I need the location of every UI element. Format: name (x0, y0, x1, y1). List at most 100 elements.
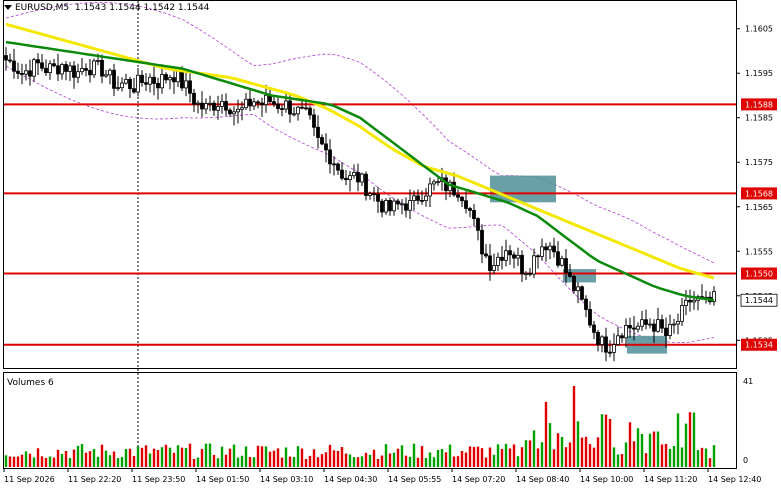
candle-body (84, 68, 88, 71)
volume-bar (52, 457, 56, 467)
volume-bar (92, 449, 96, 467)
volume-bar (16, 456, 20, 467)
candle-body (244, 98, 248, 109)
volume-bar (404, 455, 408, 467)
collapse-triangle-icon[interactable] (4, 5, 12, 10)
candle-body (124, 79, 128, 84)
candle-body (688, 299, 692, 303)
candle-body (452, 181, 456, 196)
level-tag-label: 1.1550 (745, 270, 773, 279)
price-axis: 1.1605 1.1595 1.1585 1.1575 1.1565 1.1555 1.15… (736, 25, 773, 465)
volume-bar (104, 450, 108, 467)
volume-bar (604, 414, 608, 467)
volume-bar (656, 431, 660, 467)
volume-bar (288, 456, 292, 467)
volume-bar (660, 444, 664, 467)
volume-bar (32, 457, 36, 467)
candle-body (80, 68, 84, 73)
volume-bar (48, 456, 52, 467)
candle-body (324, 143, 328, 151)
price-chart[interactable]: 1.16051.15951.15851.15751.15651.15551.15… (0, 0, 781, 489)
candle-body (116, 87, 120, 90)
volume-bar (4, 455, 8, 467)
volume-bar (452, 456, 456, 467)
time-axis: 11 Sep 2026 11 Sep 22:20 11 Sep 23:50 14 Se… (3, 468, 761, 484)
candle-body (508, 250, 512, 256)
candle-body (632, 327, 636, 330)
volume-bar (596, 437, 600, 467)
candle-body (4, 55, 8, 61)
volume-bar (476, 446, 480, 467)
candle-body (256, 101, 260, 104)
volume-bar (136, 446, 140, 467)
candle-body (300, 106, 304, 109)
volume-bar (332, 450, 336, 467)
volume-bar (380, 455, 384, 467)
price-tick-label: 1.1565 (745, 203, 773, 212)
main-chart-frame (3, 0, 737, 369)
candle-body (380, 200, 384, 213)
candle-body (288, 100, 292, 115)
candle-body (284, 100, 288, 110)
volume-bar (608, 418, 612, 467)
candle-body (496, 256, 500, 266)
candle-body (404, 203, 408, 211)
volume-bar (232, 444, 236, 467)
volume-bar (668, 448, 672, 467)
candle-body (432, 181, 436, 185)
volume-bar (396, 448, 400, 467)
volume-bar (412, 443, 416, 467)
volume-bar (148, 453, 152, 467)
candle-body (456, 194, 460, 198)
price-tick-label: 1.1575 (745, 158, 773, 167)
price-tick-label: 1.1585 (745, 114, 773, 123)
price-tick-label: 1.1595 (745, 69, 773, 78)
candle-body (128, 79, 132, 90)
candle-body (568, 272, 572, 277)
volume-bar (364, 452, 368, 467)
candle-body (8, 59, 12, 62)
candle-body (240, 107, 244, 110)
candle-body (544, 246, 548, 251)
level-tag-label: 1.1534 (745, 341, 773, 350)
volume-bar (188, 443, 192, 467)
candle-body (64, 64, 68, 72)
volume-bar (192, 459, 196, 467)
candle-body (296, 106, 300, 115)
candle-body (684, 299, 688, 306)
volume-bar (340, 447, 344, 467)
candle-body (624, 325, 628, 339)
volume-bar (116, 458, 120, 467)
candle-body (620, 335, 624, 339)
volume-bar (352, 457, 356, 467)
candle-body (368, 193, 372, 196)
volume-bar (636, 428, 640, 467)
volume-bar (372, 449, 376, 467)
candle-body (476, 218, 480, 231)
volume-bar (248, 456, 252, 467)
volume-bar (704, 448, 708, 467)
volume-bar (460, 451, 464, 467)
volume-bar (492, 454, 496, 467)
volume-bar (684, 423, 688, 467)
time-tick-label: 14 Sep 01:50 (196, 475, 249, 484)
candle-body (88, 69, 92, 76)
price-tick-label: 1.1555 (745, 247, 773, 256)
volume-bar (564, 447, 568, 467)
candle-body (428, 183, 432, 197)
candle-body (164, 74, 168, 81)
volume-bar (348, 454, 352, 467)
volume-bar (60, 453, 64, 467)
volume-bar (260, 446, 264, 467)
candle-body (192, 92, 196, 105)
volume-bar (128, 448, 132, 467)
volume-bar (472, 447, 476, 467)
time-tick-label: 14 Sep 03:10 (260, 475, 313, 484)
candle-body (260, 102, 264, 106)
candle-body (96, 60, 100, 62)
candle-body (388, 200, 392, 212)
volume-bar (628, 422, 632, 467)
volume-bar (576, 421, 580, 467)
candle-body (56, 65, 60, 75)
volume-bar (36, 448, 40, 467)
